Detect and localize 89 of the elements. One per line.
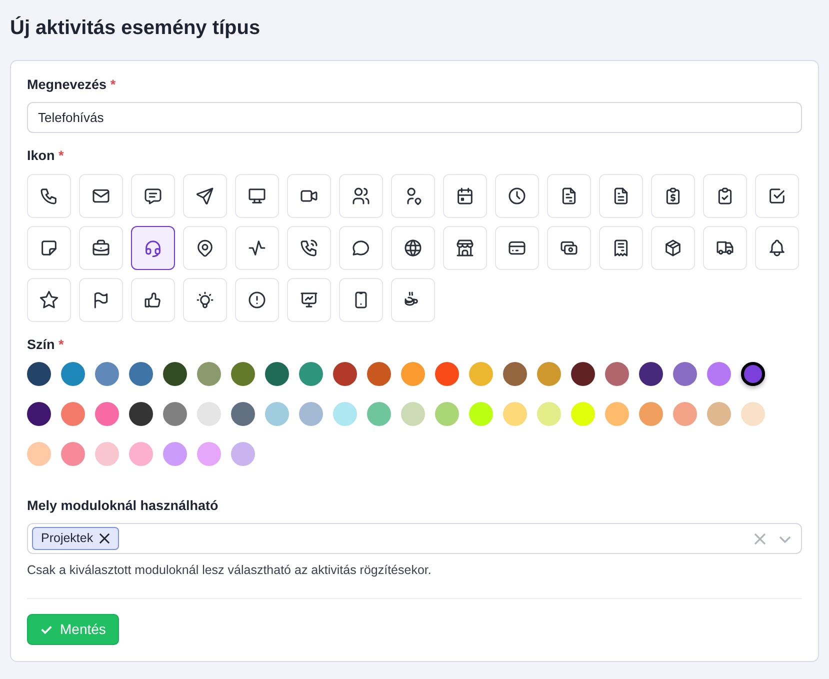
color-swatch[interactable] <box>27 402 51 426</box>
module-select[interactable]: Projektek <box>27 523 802 554</box>
page-title: Új aktivitás esemény típus <box>9 15 262 41</box>
thumb-icon <box>143 290 163 310</box>
color-swatch[interactable] <box>639 402 663 426</box>
color-swatch[interactable] <box>265 402 289 426</box>
color-swatch[interactable] <box>435 402 459 426</box>
color-swatch[interactable] <box>197 402 221 426</box>
color-swatch[interactable] <box>401 402 425 426</box>
users-icon <box>351 186 371 206</box>
color-swatch[interactable] <box>367 362 391 386</box>
monitor-icon <box>247 186 267 206</box>
color-swatch[interactable] <box>571 402 595 426</box>
color-swatch[interactable] <box>231 362 255 386</box>
bubble-icon <box>351 238 371 258</box>
activity-icon <box>247 238 267 258</box>
color-swatch[interactable] <box>435 362 459 386</box>
clock-icon <box>507 186 527 206</box>
color-swatch[interactable] <box>163 442 187 466</box>
color-swatch[interactable] <box>163 362 187 386</box>
color-swatch[interactable] <box>741 362 765 386</box>
field-label: Mely moduloknál használható <box>27 498 218 513</box>
color-swatch[interactable] <box>333 402 357 426</box>
color-swatch[interactable] <box>129 402 153 426</box>
color-swatch[interactable] <box>537 402 561 426</box>
color-swatch[interactable] <box>163 402 187 426</box>
alert-icon <box>247 290 267 310</box>
headset-icon <box>143 238 163 258</box>
color-swatch[interactable] <box>639 362 663 386</box>
color-swatch[interactable] <box>129 362 153 386</box>
phone-icon <box>39 186 59 206</box>
field-label: Ikon <box>27 148 55 164</box>
calendar-icon <box>455 186 475 206</box>
presentation-icon <box>299 290 319 310</box>
sticky-icon <box>39 238 59 258</box>
color-swatch[interactable] <box>61 362 85 386</box>
color-swatch[interactable] <box>707 402 731 426</box>
color-swatch[interactable] <box>265 362 289 386</box>
color-swatch[interactable] <box>605 362 629 386</box>
field-label: Megnevezés <box>27 77 107 92</box>
icon-option[interactable] <box>131 226 175 270</box>
required-mark: * <box>58 148 64 164</box>
color-swatch[interactable] <box>741 402 765 426</box>
bell-icon <box>767 238 787 258</box>
color-swatch[interactable] <box>27 362 51 386</box>
store-icon <box>455 238 475 258</box>
color-swatch[interactable] <box>673 362 697 386</box>
color-swatch[interactable] <box>367 402 391 426</box>
remove-icon[interactable] <box>99 533 110 544</box>
required-mark: * <box>110 77 116 92</box>
checkbox-icon <box>767 186 787 206</box>
color-swatch[interactable] <box>571 362 595 386</box>
color-swatch[interactable] <box>299 402 323 426</box>
color-swatch[interactable] <box>95 402 119 426</box>
bulb-icon <box>195 290 215 310</box>
package-icon <box>663 238 683 258</box>
globe-icon <box>403 238 423 258</box>
briefcase-icon <box>91 238 111 258</box>
tag-label: Projektek <box>41 530 94 548</box>
color-swatch[interactable] <box>197 442 221 466</box>
color-swatch[interactable] <box>95 362 119 386</box>
name-input[interactable]: Telefohívás <box>27 102 802 134</box>
color-swatch[interactable] <box>231 442 255 466</box>
send-icon <box>195 186 215 206</box>
color-swatch[interactable] <box>61 402 85 426</box>
color-swatch[interactable] <box>129 442 153 466</box>
color-swatch[interactable] <box>95 442 119 466</box>
color-swatch[interactable] <box>469 362 493 386</box>
field-label: Szín <box>27 336 55 352</box>
message-icon <box>143 186 163 206</box>
color-swatch[interactable] <box>469 402 493 426</box>
color-swatch[interactable] <box>503 402 527 426</box>
color-swatch[interactable] <box>197 362 221 386</box>
color-swatch[interactable] <box>27 442 51 466</box>
help-text: Csak a kiválasztott moduloknál lesz választható az aktivitás rögzítésekor. <box>27 562 432 579</box>
star-icon <box>39 290 59 310</box>
color-swatch[interactable] <box>231 402 255 426</box>
pin-icon <box>195 238 215 258</box>
color-swatch[interactable] <box>401 362 425 386</box>
color-swatch[interactable] <box>537 362 561 386</box>
color-swatch[interactable] <box>673 402 697 426</box>
color-swatch[interactable] <box>333 362 357 386</box>
color-swatch[interactable] <box>503 362 527 386</box>
phonecall-icon <box>299 238 319 258</box>
color-swatch[interactable] <box>299 362 323 386</box>
color-swatch[interactable] <box>61 442 85 466</box>
color-swatch[interactable] <box>707 362 731 386</box>
color-swatch[interactable] <box>605 402 629 426</box>
required-mark: * <box>58 336 64 352</box>
